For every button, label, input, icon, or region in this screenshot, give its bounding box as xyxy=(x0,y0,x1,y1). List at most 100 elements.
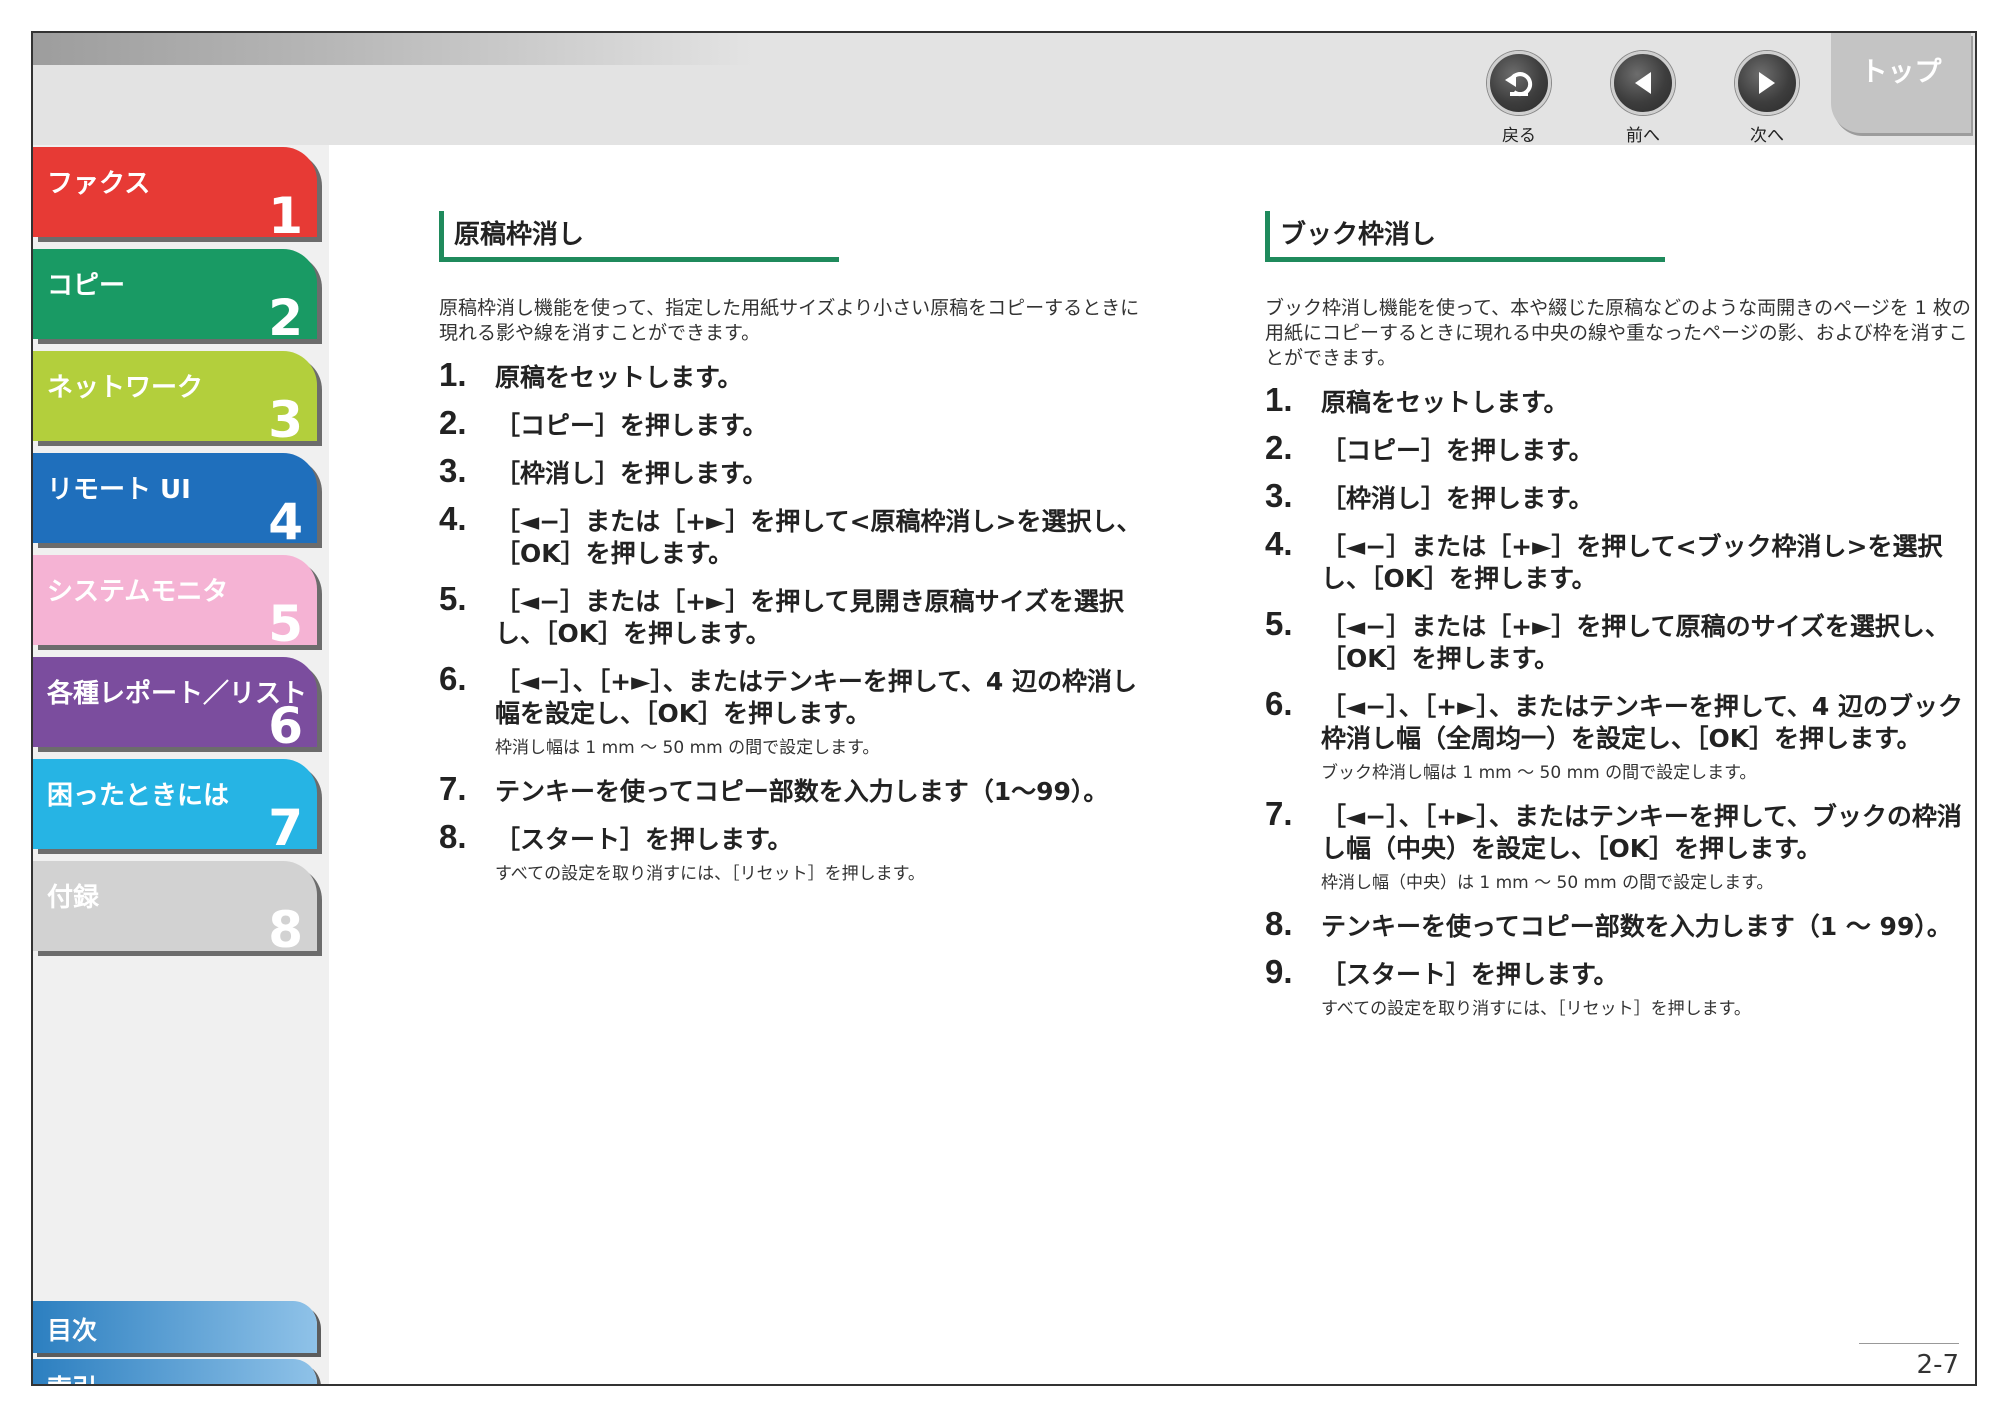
step-number: 1. xyxy=(439,356,467,393)
step-item: 5. ［◄−］または［+►］を押して原稿のサイズを選択し、［OK］を押します。 xyxy=(1265,605,1973,675)
step-number: 2. xyxy=(1265,429,1293,466)
step-note: 枠消し幅は 1 mm ～ 50 mm の間で設定します。 xyxy=(495,738,880,758)
chapter-tab-reports-lists[interactable]: 各種レポート／リスト 6 xyxy=(33,657,317,751)
step-item: 3. ［枠消し］を押します。 xyxy=(1265,479,1973,515)
step-number: 5. xyxy=(1265,605,1293,642)
step-number: 7. xyxy=(1265,795,1293,832)
chapter-title: ネットワーク xyxy=(47,373,204,403)
section-title: ブック枠消し xyxy=(1265,211,1665,262)
chapter-title: システムモニタ xyxy=(47,577,229,607)
chapter-title: ファクス xyxy=(47,169,151,199)
step-number: 6. xyxy=(1265,685,1293,722)
step-text: ［◄−］、［+►］、またはテンキーを押して、ブックの枠消し幅（中央）を設定し、［… xyxy=(1321,802,1962,863)
step-item: 9. ［スタート］を押します。すべての設定を取り消すには、［リセット］を押します。 xyxy=(1265,953,1973,1021)
chapter-number: 3 xyxy=(268,391,303,449)
chapter-tab-remote-ui[interactable]: リモート UI 4 xyxy=(33,453,317,547)
step-text: ［◄−］または［+►］を押して原稿のサイズを選択し、［OK］を押します。 xyxy=(1321,612,1950,673)
step-text: ［◄−］または［+►］を押して<ブック枠消し>を選択し、［OK］を押します。 xyxy=(1321,532,1943,593)
step-number: 1. xyxy=(1265,381,1293,418)
section-description: 原稿枠消し機能を使って、指定した用紙サイズより小さい原稿をコピーするときに現れる… xyxy=(439,297,1140,344)
step-item: 6. ［◄−］、［+►］、またはテンキーを押して、4 辺のブック枠消し幅（全周均一… xyxy=(1265,685,1973,785)
chapter-number: 6 xyxy=(268,697,303,755)
back-button[interactable]: 戻る xyxy=(1479,51,1559,146)
step-item: 7. テンキーを使ってコピー部数を入力します（1～99）。 xyxy=(439,770,1147,808)
step-note: すべての設定を取り消すには、［リセット］を押します。 xyxy=(495,864,925,884)
step-item: 4. ［◄−］または［+►］を押して<ブック枠消し>を選択し、［OK］を押します。 xyxy=(1265,525,1973,595)
step-number: 8. xyxy=(439,818,467,855)
step-text: ［◄−］または［+►］を押して<原稿枠消し>を選択し、［OK］を押します。 xyxy=(495,507,1142,568)
step-item: 1. 原稿をセットします。 xyxy=(439,356,1147,394)
step-number: 8. xyxy=(1265,905,1293,942)
contents-link[interactable]: 目次 xyxy=(33,1301,317,1353)
step-number: 4. xyxy=(439,500,467,537)
triangle-right-icon xyxy=(1735,51,1799,115)
chapter-title: リモート UI xyxy=(47,475,191,505)
step-number: 6. xyxy=(439,660,467,697)
step-item: 1. 原稿をセットします。 xyxy=(1265,381,1973,419)
step-note: ブック枠消し幅は 1 mm ～ 50 mm の間で設定します。 xyxy=(1321,763,1757,783)
step-item: 2. ［コピー］を押します。 xyxy=(1265,429,1973,467)
toolbar-gradient xyxy=(33,33,753,65)
chapter-title: コピー xyxy=(47,271,126,301)
left-section: 原稿枠消し 原稿枠消し機能を使って、指定した用紙サイズより小さい原稿をコピーする… xyxy=(439,211,1147,886)
index-label: 索引 xyxy=(47,1369,97,1384)
chapter-title: 困ったときには xyxy=(47,781,230,811)
triangle-left-icon xyxy=(1611,51,1675,115)
chapter-number: 4 xyxy=(268,493,303,551)
chapter-tab-system-monitor[interactable]: システムモニタ 5 xyxy=(33,555,317,649)
page-number: 2-7 xyxy=(1859,1343,1959,1380)
index-link[interactable]: 索引 xyxy=(33,1359,317,1384)
step-text: ［◄−］または［+►］を押して見開き原稿サイズを選択し、［OK］を押します。 xyxy=(495,587,1124,648)
step-item: 3. ［枠消し］を押します。 xyxy=(439,452,1147,490)
step-text: ［スタート］を押します。 xyxy=(495,825,793,854)
right-section: ブック枠消し ブック枠消し機能を使って、本や綴じた原稿などのような両開きのページ… xyxy=(1265,211,1973,1021)
step-text: テンキーを使ってコピー部数を入力します（1 ～ 99）。 xyxy=(1321,912,1952,941)
manual-page: 戻る 前へ 次へ トップ ファクス 1 コピー 2 ネットワーク 3 リモート … xyxy=(31,31,1977,1386)
step-item: 7. ［◄−］、［+►］、またはテンキーを押して、ブックの枠消し幅（中央）を設定し… xyxy=(1265,795,1973,895)
step-text: ［◄−］、［+►］、またはテンキーを押して、4 辺のブック枠消し幅（全周均一）を… xyxy=(1321,692,1963,753)
prev-button[interactable]: 前へ xyxy=(1603,51,1683,146)
step-number: 4. xyxy=(1265,525,1293,562)
step-list: 1. 原稿をセットします。 2. ［コピー］を押します。 3. ［枠消し］を押します。 4.… xyxy=(1265,381,1973,1021)
step-item: 8. テンキーを使ってコピー部数を入力します（1 ～ 99）。 xyxy=(1265,905,1973,943)
chapter-tab-troubleshooting[interactable]: 困ったときには 7 xyxy=(33,759,317,853)
step-list: 1. 原稿をセットします。 2. ［コピー］を押します。 3. ［枠消し］を押します。 4.… xyxy=(439,356,1147,886)
step-text: ［コピー］を押します。 xyxy=(1321,436,1594,465)
step-number: 9. xyxy=(1265,953,1293,990)
chapter-tab-copy[interactable]: コピー 2 xyxy=(33,249,317,343)
step-number: 5. xyxy=(439,580,467,617)
step-item: 5. ［◄−］または［+►］を押して見開き原稿サイズを選択し、［OK］を押します。 xyxy=(439,580,1147,650)
chapter-number: 7 xyxy=(268,799,303,857)
top-button[interactable]: トップ xyxy=(1831,33,1971,133)
chapter-sidebar: ファクス 1 コピー 2 ネットワーク 3 リモート UI 4 システムモニタ … xyxy=(33,145,329,1384)
step-text: 原稿をセットします。 xyxy=(1321,388,1569,417)
step-note: すべての設定を取り消すには、［リセット］を押します。 xyxy=(1321,999,1751,1019)
chapter-number: 1 xyxy=(268,187,303,245)
step-item: 6. ［◄−］、［+►］、またはテンキーを押して、4 辺の枠消し幅を設定し、［OK… xyxy=(439,660,1147,760)
chapter-number: 8 xyxy=(268,901,303,959)
chapter-tab-fax[interactable]: ファクス 1 xyxy=(33,147,317,241)
step-text: ［枠消し］を押します。 xyxy=(495,459,768,488)
back-label: 戻る xyxy=(1502,126,1536,146)
chapter-number: 2 xyxy=(268,289,303,347)
next-button[interactable]: 次へ xyxy=(1727,51,1807,146)
step-text: ［コピー］を押します。 xyxy=(495,411,768,440)
step-item: 2. ［コピー］を押します。 xyxy=(439,404,1147,442)
step-text: 原稿をセットします。 xyxy=(495,363,743,392)
top-toolbar: 戻る 前へ 次へ トップ xyxy=(33,33,1975,146)
step-text: ［スタート］を押します。 xyxy=(1321,960,1619,989)
step-number: 7. xyxy=(439,770,467,807)
next-label: 次へ xyxy=(1750,126,1784,146)
section-description: ブック枠消し機能を使って、本や綴じた原稿などのような両開きのページを 1 枚の用… xyxy=(1265,297,1971,369)
section-title: 原稿枠消し xyxy=(439,211,839,262)
chapter-tab-appendix[interactable]: 付録 8 xyxy=(33,861,317,955)
back-icon xyxy=(1487,51,1551,115)
contents-label: 目次 xyxy=(47,1316,98,1345)
step-number: 2. xyxy=(439,404,467,441)
chapter-tab-network[interactable]: ネットワーク 3 xyxy=(33,351,317,445)
step-number: 3. xyxy=(439,452,467,489)
chapter-title: 付録 xyxy=(47,883,100,913)
step-item: 8. ［スタート］を押します。すべての設定を取り消すには、［リセット］を押します。 xyxy=(439,818,1147,886)
step-text: テンキーを使ってコピー部数を入力します（1～99）。 xyxy=(495,777,1109,806)
chapter-number: 5 xyxy=(268,595,303,653)
